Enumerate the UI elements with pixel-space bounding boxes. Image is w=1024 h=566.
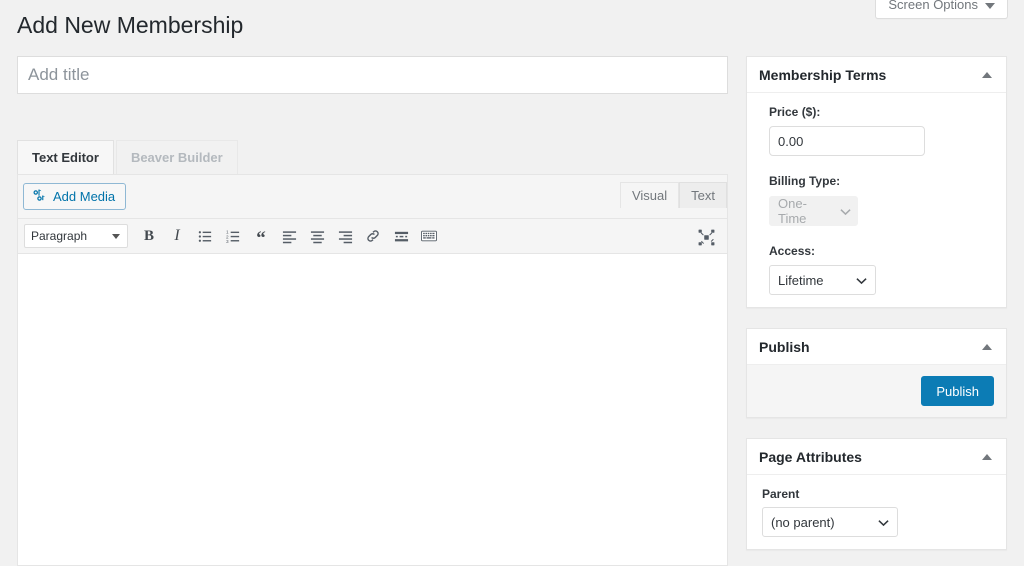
- read-more-icon[interactable]: [388, 223, 414, 249]
- distraction-free-mode-icon[interactable]: [693, 224, 719, 250]
- panel-page-attributes-title: Page Attributes: [759, 448, 862, 465]
- paragraph-format-value: Paragraph: [31, 229, 88, 243]
- editor-container: Add Media Visual Text Paragraph B I 1 2 …: [17, 174, 728, 566]
- keyboard-shortcuts-icon[interactable]: [416, 223, 442, 249]
- sidebar-column: Membership Terms Price ($): Billing Type…: [746, 56, 1007, 566]
- access-label: Access:: [769, 244, 816, 258]
- italic-icon[interactable]: I: [164, 223, 190, 249]
- parent-value: (no parent): [771, 514, 835, 530]
- chevron-down-icon: [112, 234, 120, 239]
- panel-publish-header[interactable]: Publish: [747, 329, 1006, 365]
- panel-page-attributes-header[interactable]: Page Attributes: [747, 439, 1006, 475]
- tab-beaver-builder-label: Beaver Builder: [130, 150, 223, 165]
- screen-options-label: Screen Options: [888, 0, 978, 12]
- svg-text:3: 3: [226, 239, 229, 244]
- chevron-down-icon: [878, 515, 889, 530]
- screen-options-button[interactable]: Screen Options: [875, 0, 1008, 19]
- align-right-icon[interactable]: [332, 223, 358, 249]
- access-select[interactable]: Lifetime: [769, 265, 876, 295]
- parent-label: Parent: [762, 487, 800, 501]
- main-column: [17, 56, 728, 94]
- media-buttons-bar: Add Media Visual Text: [18, 175, 727, 218]
- page-title: Add New Membership: [17, 12, 244, 38]
- align-left-icon[interactable]: [276, 223, 302, 249]
- panel-membership-terms-title: Membership Terms: [759, 66, 887, 83]
- editor-tab-list: Text Editor Beaver Builder: [17, 140, 238, 174]
- panel-page-attributes-body: Parent (no parent): [747, 475, 1006, 549]
- bulleted-list-icon[interactable]: [192, 223, 218, 249]
- chevron-down-icon: [856, 273, 867, 288]
- align-center-icon[interactable]: [304, 223, 330, 249]
- tab-text-label: Text: [691, 188, 715, 203]
- editor-content-area[interactable]: [18, 254, 727, 565]
- paragraph-format-select[interactable]: Paragraph: [24, 224, 128, 248]
- panel-page-attributes: Page Attributes Parent (no parent): [746, 438, 1007, 550]
- chevron-up-icon[interactable]: [982, 343, 992, 350]
- panel-membership-terms: Membership Terms Price ($): Billing Type…: [746, 56, 1007, 308]
- price-label: Price ($):: [769, 105, 821, 119]
- billing-type-label: Billing Type:: [769, 174, 841, 188]
- wp-admin-screen: Screen Options Add New Membership Text E…: [0, 0, 1024, 566]
- billing-type-value: One-Time: [778, 196, 807, 226]
- insert-link-icon[interactable]: [360, 223, 386, 249]
- publish-button[interactable]: Publish: [921, 376, 994, 406]
- price-input[interactable]: [769, 126, 925, 156]
- panel-membership-terms-body: Price ($): Billing Type: One-Time Access…: [747, 93, 1006, 307]
- add-media-label: Add Media: [53, 189, 116, 204]
- tab-text-editor[interactable]: Text Editor: [17, 140, 114, 174]
- tab-text-editor-label: Text Editor: [32, 150, 99, 165]
- tab-beaver-builder[interactable]: Beaver Builder: [115, 140, 238, 174]
- media-icon: [32, 188, 47, 206]
- publish-button-label: Publish: [936, 383, 979, 399]
- billing-type-select: One-Time: [769, 196, 858, 226]
- chevron-down-icon: [840, 204, 851, 219]
- tab-visual-label: Visual: [631, 188, 668, 203]
- panel-publish-body: Publish: [747, 365, 1006, 417]
- numbered-list-icon[interactable]: 1 2 3: [220, 223, 246, 249]
- editor-mode-switch: Visual Text: [619, 182, 727, 208]
- chevron-up-icon[interactable]: [982, 453, 992, 460]
- panel-publish-title: Publish: [759, 338, 810, 355]
- parent-select[interactable]: (no parent): [762, 507, 898, 537]
- post-title-input[interactable]: [17, 56, 728, 94]
- add-media-button[interactable]: Add Media: [23, 183, 127, 210]
- tab-visual[interactable]: Visual: [619, 182, 680, 208]
- access-value: Lifetime: [778, 272, 824, 288]
- editor-toolbar: Paragraph B I 1 2 3 “: [18, 218, 727, 254]
- panel-publish: Publish Publish: [746, 328, 1007, 418]
- bold-icon[interactable]: B: [136, 223, 162, 249]
- chevron-up-icon[interactable]: [982, 71, 992, 78]
- panel-membership-terms-header[interactable]: Membership Terms: [747, 57, 1006, 93]
- blockquote-icon[interactable]: “: [248, 223, 274, 249]
- chevron-down-icon: [985, 2, 995, 9]
- tab-text[interactable]: Text: [679, 182, 727, 208]
